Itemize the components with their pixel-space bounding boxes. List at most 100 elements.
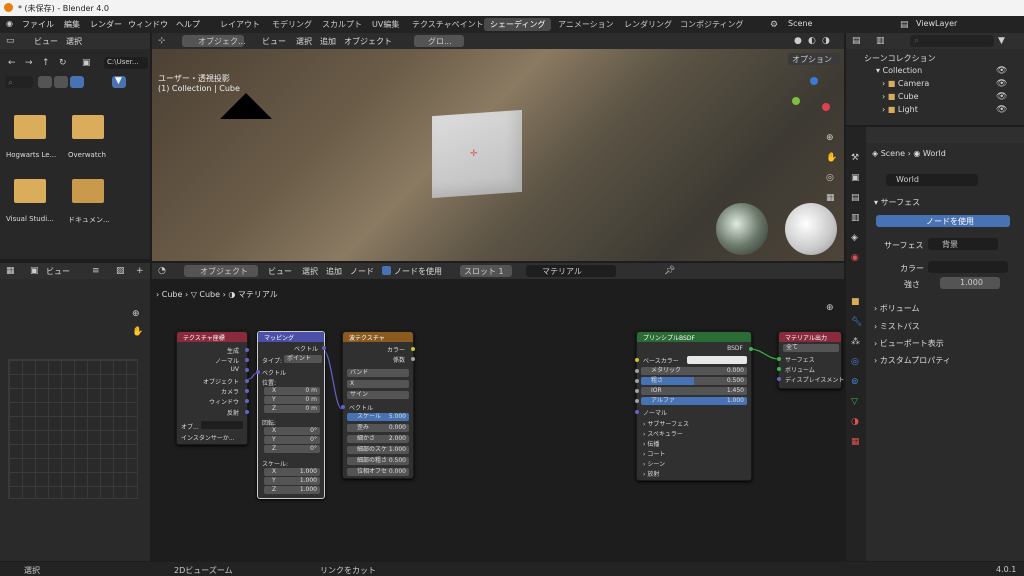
outliner-type-icon[interactable]: ▤ (852, 36, 861, 46)
section-specular[interactable]: › スペキュラー (643, 429, 683, 438)
socket[interactable] (411, 357, 415, 361)
render-tab-icon[interactable]: ▣ (851, 173, 860, 183)
image-view-menu[interactable]: ビュー (46, 266, 70, 277)
constraints-tab-icon[interactable]: ⊚ (851, 377, 859, 387)
visibility-icon[interactable]: 👁︎ (996, 92, 1007, 102)
tool-tab-icon[interactable]: ⚒ (851, 153, 859, 163)
pan-icon[interactable]: ✋ (132, 327, 143, 337)
material-output-node[interactable]: マテリアル出力 全て サーフェス ボリューム ディスプレイスメント (777, 331, 844, 389)
folder-item[interactable]: Hogwarts Le... (6, 111, 68, 161)
wave-field[interactable]: 細かさ 2.000 (347, 435, 409, 443)
custom-properties-panel[interactable]: › カスタムプロパティ (874, 355, 951, 366)
wave-direction-dropdown[interactable]: X (347, 380, 409, 388)
surface-panel-header[interactable]: ▾ サーフェス (874, 197, 920, 208)
3d-viewport[interactable]: ⊹ オブジェク... ビュー 選択 追加 オブジェクト グロ... ● ◐ ◑ … (152, 33, 844, 261)
socket[interactable] (635, 379, 639, 383)
tab-layout[interactable]: レイアウト (214, 18, 266, 31)
data-tab-icon[interactable]: ▽ (851, 397, 858, 407)
socket[interactable] (322, 346, 326, 350)
wave-field[interactable]: スケール 5.000 (347, 413, 409, 421)
target-dropdown[interactable]: 全て (783, 344, 839, 352)
shading-material-icon[interactable]: ◐ (808, 36, 816, 46)
tab-sculpt[interactable]: スカルプト (316, 18, 368, 31)
wave-texture-node[interactable]: 波テクスチャ カラー 係数 バンド X サイン ベクトル スケール 5.000 歪… (341, 331, 415, 479)
shading-solid-icon[interactable]: ● (794, 36, 802, 46)
camera-object[interactable] (220, 93, 272, 119)
texture-tab-icon[interactable]: ▦ (851, 437, 860, 447)
zoom-icon[interactable]: ⊕ (132, 309, 140, 319)
alpha-field[interactable]: アルファ 1.000 (641, 397, 747, 405)
scale-y-field[interactable]: Y 1.000 (264, 477, 320, 485)
wave-field[interactable]: 位相オフセ 0.000 (347, 468, 409, 476)
viewport-view-menu[interactable]: ビュー (262, 36, 286, 47)
modifier-tab-icon[interactable]: 🔧︎ (851, 317, 862, 327)
texture-coordinate-node[interactable]: テクスチャ座標 生成 ノーマル UV オブジェクト カメラ ウィンドウ 反射 オ… (176, 331, 249, 445)
socket[interactable] (245, 379, 249, 383)
socket[interactable] (635, 389, 639, 393)
type-dropdown[interactable]: ポイント (284, 355, 322, 363)
socket[interactable] (777, 357, 781, 361)
folder-item[interactable]: ドキュメン... (68, 175, 130, 225)
particles-tab-icon[interactable]: ⁂ (851, 337, 860, 347)
outliner[interactable]: ▤ ▥ ⌕ ▼ シーンコレクション ▾ Collection › ■ Camer… (846, 33, 1024, 125)
section-coat[interactable]: › コート (643, 449, 665, 458)
menu-file[interactable]: ファイル (22, 19, 54, 30)
parent-dir-icon[interactable]: ↑ (42, 58, 50, 68)
wave-profile-dropdown[interactable]: サイン (347, 391, 409, 399)
tab-rendering[interactable]: レンダリング (618, 18, 678, 31)
refresh-icon[interactable]: ↻ (59, 58, 67, 68)
tab-animation[interactable]: アニメーション (552, 18, 620, 31)
socket[interactable] (245, 348, 249, 352)
section-sheen[interactable]: › シーン (643, 459, 665, 468)
wave-field[interactable]: 歪み 0.000 (347, 424, 409, 432)
viewport-display-panel[interactable]: › ビューポート表示 (874, 338, 944, 349)
socket[interactable] (245, 368, 249, 372)
wave-field[interactable]: 細部のスケ 1.000 (347, 446, 409, 454)
scale-z-field[interactable]: Z 1.000 (264, 486, 320, 494)
forward-icon[interactable]: → (25, 58, 33, 68)
rotation-y-field[interactable]: Y 0° (264, 436, 320, 444)
mist-panel[interactable]: › ミストパス (874, 321, 920, 332)
blender-menu-icon[interactable]: ◉ (6, 19, 13, 28)
object-field[interactable] (201, 421, 243, 429)
socket[interactable] (777, 367, 781, 371)
folder-item[interactable]: Overwatch (68, 111, 130, 161)
viewport-select-menu[interactable]: 選択 (296, 36, 312, 47)
tab-shading[interactable]: シェーディング (484, 18, 552, 31)
surface-shader-selector[interactable]: 背景 (928, 238, 998, 250)
socket[interactable] (777, 377, 781, 381)
rotation-z-field[interactable]: Z 0° (264, 445, 320, 453)
editor-type-icon[interactable]: ⊹ (158, 36, 166, 46)
view-horizontal-button[interactable] (54, 76, 68, 88)
hamburger-icon[interactable]: ≡ (92, 266, 100, 276)
strength-field[interactable]: 1.000 (940, 277, 1000, 289)
socket[interactable] (245, 358, 249, 362)
node-editor[interactable]: ◔ オブジェクト ビュー 選択 追加 ノード ノードを使用 スロット 1 マテリ… (152, 263, 844, 561)
world-selector[interactable]: World (886, 174, 978, 186)
tab-modeling[interactable]: モデリング (266, 18, 318, 31)
properties-editor[interactable]: ⚒ ▣ ▤ ▥ ◈ ◉ ■ 🔧︎ ⁂ ◎ ⊚ ▽ ◑ ▦ ◈ Scene › ◉… (846, 127, 1024, 561)
tab-texture-paint[interactable]: テクスチャペイント (406, 18, 490, 31)
metallic-field[interactable]: メタリック 0.000 (641, 367, 747, 375)
view-vertical-button[interactable] (38, 76, 52, 88)
image-browse-icon[interactable]: ▨ (116, 266, 125, 276)
new-image-icon[interactable]: + (136, 266, 144, 276)
image-editor-type-icon[interactable]: ▦ (6, 266, 15, 276)
zoom-icon[interactable]: ⊕ (826, 133, 834, 143)
outliner-item-cube[interactable]: › ■ Cube (882, 92, 919, 101)
tab-compositing[interactable]: コンポジティング (674, 18, 750, 31)
volume-panel[interactable]: › ボリューム (874, 303, 920, 314)
tab-uv[interactable]: UV編集 (366, 18, 405, 31)
image-editor[interactable]: ▦ ▣ ビュー ≡ ▨ + ⊕ ✋ (0, 263, 150, 561)
socket[interactable] (635, 410, 639, 414)
navigation-gizmo[interactable] (786, 73, 836, 117)
viewport-add-menu[interactable]: 追加 (320, 36, 336, 47)
principled-bsdf-node[interactable]: プリンシプルBSDF BSDF ベースカラー メタリック 0.000 粗さ 0.50… (635, 331, 753, 481)
file-view-menu[interactable]: ビュー (34, 36, 58, 47)
roughness-field[interactable]: 粗さ 0.500 (641, 377, 747, 385)
world-tab-icon[interactable]: ◉ (851, 253, 859, 263)
ior-field[interactable]: IOR 1.450 (641, 387, 747, 395)
pan-icon[interactable]: ✋ (826, 153, 837, 163)
path-field[interactable]: C:\User... (104, 57, 148, 69)
section-transmission[interactable]: › 伝播 (643, 439, 659, 448)
